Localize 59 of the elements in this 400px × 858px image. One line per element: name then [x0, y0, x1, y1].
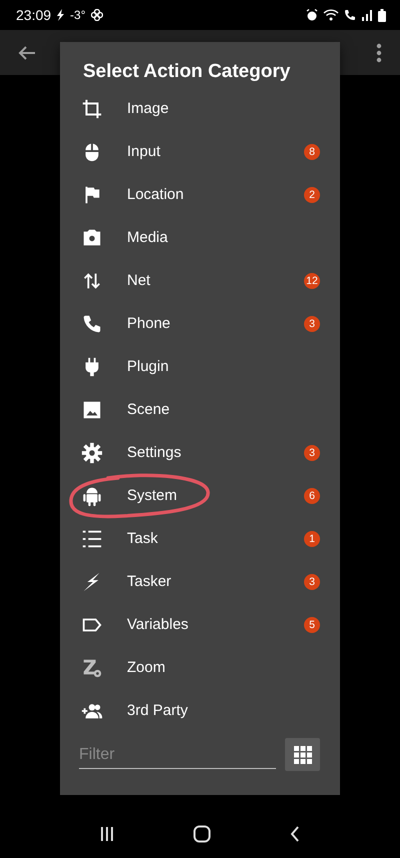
home-icon[interactable] — [193, 825, 211, 843]
category-item[interactable]: Task 1 — [60, 517, 340, 560]
call-icon — [344, 9, 356, 21]
count-badge: 1 — [304, 530, 320, 546]
category-label: Phone — [127, 315, 172, 332]
category-item[interactable]: Input 8 — [60, 130, 340, 173]
count-badge: 3 — [304, 444, 320, 460]
alarm-icon — [306, 9, 318, 21]
category-item[interactable]: 3rd Party — [60, 689, 340, 732]
category-label: Image — [127, 100, 170, 117]
settings-icon — [81, 442, 103, 464]
more-icon[interactable] — [376, 42, 382, 62]
wifi-icon — [323, 9, 339, 21]
category-label: Variables — [127, 616, 190, 633]
category-item[interactable]: Image — [60, 87, 340, 130]
dialog-title: Select Action Category — [82, 60, 292, 84]
category-item[interactable]: Zoom — [60, 646, 340, 689]
clock: 23:09 — [16, 7, 52, 23]
category-label: Tasker — [127, 573, 172, 590]
category-label: Scene — [127, 401, 171, 418]
category-label: Input — [127, 143, 162, 160]
count-badge: 2 — [304, 186, 320, 202]
category-label: Task — [127, 530, 159, 547]
count-badge: 3 — [304, 316, 320, 332]
category-label: Zoom — [127, 659, 166, 676]
category-item[interactable]: Net 12 — [60, 259, 340, 302]
category-item[interactable]: Phone 3 — [60, 302, 340, 345]
category-label: System — [127, 487, 178, 504]
category-item[interactable]: Tasker 3 — [60, 560, 340, 603]
count-badge: 12 — [304, 272, 320, 288]
back-arrow-icon[interactable] — [18, 44, 36, 60]
signal-icon — [361, 9, 373, 21]
temperature: -3° — [70, 8, 86, 22]
count-badge: 6 — [304, 488, 320, 504]
count-badge: 8 — [304, 144, 320, 160]
category-item[interactable]: Settings 3 — [60, 431, 340, 474]
grid-icon — [294, 746, 312, 764]
battery-icon — [378, 8, 386, 22]
category-label: Plugin — [127, 358, 170, 375]
category-item[interactable]: Location 2 — [60, 173, 340, 216]
category-item[interactable]: Scene — [60, 388, 340, 431]
category-item[interactable]: Plugin — [60, 345, 340, 388]
count-badge: 3 — [304, 574, 320, 590]
category-item[interactable]: Media — [60, 216, 340, 259]
fan-icon — [90, 9, 103, 21]
filter-field[interactable]: Filter — [79, 740, 276, 769]
crop-icon — [81, 98, 103, 120]
category-label: Settings — [127, 444, 182, 461]
category-label: 3rd Party — [127, 702, 189, 719]
bolt-icon — [56, 9, 66, 21]
category-label: Location — [127, 186, 185, 203]
grid-view-button[interactable] — [285, 738, 320, 771]
count-badge: 5 — [304, 616, 320, 632]
back-icon[interactable] — [289, 826, 301, 842]
category-label: Net — [127, 272, 152, 289]
category-label: Media — [127, 229, 169, 246]
recent-apps-icon[interactable] — [99, 826, 115, 842]
category-item[interactable]: System 6 — [60, 474, 340, 517]
category-item[interactable]: Variables 5 — [60, 603, 340, 646]
